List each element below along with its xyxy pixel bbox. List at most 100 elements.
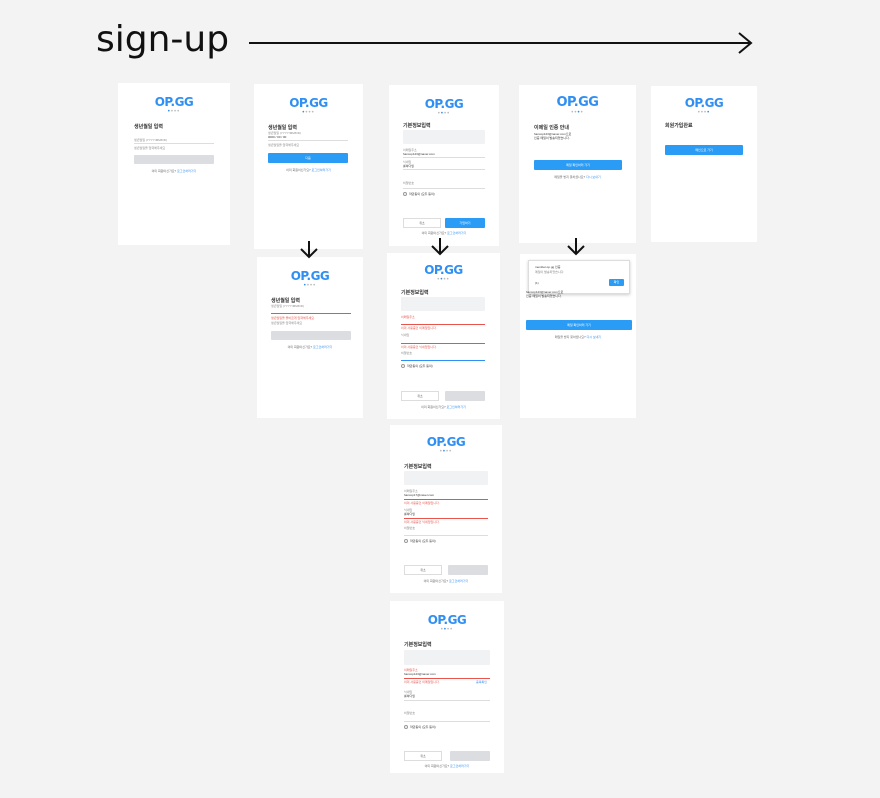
email-input-error[interactable]: [404, 499, 488, 500]
info-notice: [404, 650, 490, 665]
signup-button-disabled[interactable]: [448, 565, 488, 575]
logo: OP.GG: [424, 97, 464, 111]
footer-question: 이미 회원이신가요?: [423, 579, 449, 583]
birth-heading: 생년월일 입력: [268, 125, 297, 131]
birth-input-error[interactable]: [271, 313, 351, 314]
progress-dots: ••••: [303, 283, 317, 289]
screen-birth-error: OP.GG •••• 생년월일 입력 생년월일 (YYYY/MM/DD) 생년월…: [257, 257, 363, 418]
email-check-link[interactable]: 중복확인: [476, 680, 487, 684]
birth-input[interactable]: [268, 140, 348, 141]
progress-dots: ••••: [437, 111, 451, 117]
progress-dots: ••••: [167, 109, 181, 115]
birth-placeholder: 생년월일 (YYYY/MM/DD): [134, 138, 167, 142]
birth-value: 0000 / 00 / 00: [268, 135, 287, 139]
signup-button-disabled[interactable]: [445, 391, 485, 401]
screen-birth-filled: OP.GG •••• 생년월일 입력 생년월일 (YYYY/MM/DD) 000…: [254, 84, 363, 249]
screen-info-email-duplicate: OP.GG •••• 기본정보입력 이메일주소 hancop123@naver.…: [390, 601, 504, 773]
next-button-disabled[interactable]: [271, 331, 351, 340]
footer-login[interactable]: 로그인하러가기: [450, 764, 469, 768]
footer-login[interactable]: 로그인하러가기: [312, 168, 331, 172]
login-link[interactable]: 이미 회원이신가요? 로그인하러가기: [387, 405, 500, 409]
cancel-button[interactable]: 취소: [403, 218, 441, 228]
go-main-button[interactable]: 메인으로 가기: [665, 145, 743, 155]
login-link[interactable]: 이미 회원이신가요? 로그인하러가기: [254, 168, 363, 172]
email-input-error[interactable]: [404, 678, 490, 679]
signup-button[interactable]: 가입하기: [445, 218, 485, 228]
pw-label: 비밀번호: [404, 711, 416, 715]
screen-info-filled: OP.GG •••• 기본정보입력 이메일주소 hancop123@naver.…: [389, 85, 499, 246]
footer-login[interactable]: 로그인하러가기: [177, 169, 196, 173]
login-link[interactable]: 이미 회원이신가요? 로그인하러가기: [389, 231, 499, 235]
footer-login[interactable]: 로그인하러가기: [447, 231, 466, 235]
info-heading: 기본정보입력: [403, 123, 431, 129]
cancel-button[interactable]: 취소: [404, 751, 442, 761]
logo: OP.GG: [684, 96, 724, 110]
nick-value: 롤하다잉: [404, 512, 416, 516]
footer-question: 이미 회원이신가요?: [286, 168, 311, 172]
resend-link[interactable]: 메일을 받지 못하셨나요? 다시 보내기: [519, 175, 636, 179]
login-link[interactable]: 이미 회원이신가요? 로그인하러가기: [390, 764, 504, 768]
birth-heading: 생년월일 입력: [271, 298, 300, 304]
email-value: hancop17@naver.com: [404, 493, 435, 497]
signup-button-disabled[interactable]: [450, 751, 490, 761]
popup-confirm-button[interactable]: 확인: [609, 279, 624, 286]
info-heading: 기본정보입력: [404, 464, 432, 470]
popup-from: member.op.gg 인증: [535, 265, 561, 269]
agree-checkbox[interactable]: [401, 364, 405, 368]
agree-checkbox[interactable]: [403, 192, 407, 196]
logo: OP.GG: [154, 95, 194, 109]
cancel-button[interactable]: 취소: [401, 391, 439, 401]
agree-checkbox[interactable]: [404, 725, 408, 729]
footer-login[interactable]: 로그인하러가기: [313, 345, 332, 349]
progress-dots: ••••: [440, 627, 454, 633]
go-mail-button[interactable]: 메일 확인하러 가기: [534, 160, 622, 170]
login-link[interactable]: 이미 회원이신가요? 로그인하러가기: [118, 169, 230, 173]
resend-question: 메일을 받지 못하셨나요?: [554, 335, 586, 339]
birth-error: 생년월일을 올바르게 입력해주세요.: [271, 316, 315, 320]
email-label: 이메일주소: [401, 315, 415, 319]
resend-button[interactable]: 다시 보내기: [587, 335, 602, 339]
birth-label: 생년월일 (YYYY/MM/DD): [271, 304, 304, 308]
info-notice: [401, 297, 485, 311]
pw-input[interactable]: [404, 535, 488, 536]
pw-input[interactable]: [404, 721, 490, 722]
next-button[interactable]: 다음: [268, 153, 348, 163]
screen-signup-complete: OP.GG •••• 회원가입완료 메인으로 가기: [651, 86, 757, 242]
agree-checkbox[interactable]: [404, 539, 408, 543]
resend-button[interactable]: 다시 보내기: [586, 175, 601, 179]
footer-question: 이미 회원이신가요?: [421, 231, 447, 235]
login-link[interactable]: 이미 회원이신가요? 로그인하러가기: [257, 345, 363, 349]
verify-sent: 인증 메일이 발송되었습니다.: [534, 136, 570, 140]
nick-input-error[interactable]: [404, 518, 488, 519]
arrow-down-icon: [300, 241, 318, 259]
email-input[interactable]: [403, 157, 485, 158]
verify-sent: 인증 메일이 발송되었습니다.: [526, 294, 562, 298]
pw-input-focus[interactable]: [401, 360, 485, 361]
screen-info-error: OP.GG •••• 기본정보입력 이메일주소 이미 사용중인 이메일입니다. …: [387, 253, 500, 419]
footer-login[interactable]: 로그인하러가기: [449, 579, 468, 583]
nick-input[interactable]: [403, 169, 485, 170]
birth-hint: 생년월일을 입력해주세요: [134, 146, 166, 150]
footer-login[interactable]: 로그인하러가기: [447, 405, 466, 409]
email-value: hancop123@naver.com: [403, 152, 435, 156]
cancel-button[interactable]: 취소: [404, 565, 442, 575]
login-link[interactable]: 이미 회원이신가요? 로그인하러가기: [390, 579, 502, 583]
nick-input-error[interactable]: [401, 343, 485, 344]
pw-label: 비밀번호: [403, 181, 415, 185]
next-button-disabled[interactable]: [134, 155, 214, 164]
go-mail-button[interactable]: 메일 확인하러 가기: [526, 320, 632, 330]
logo: OP.GG: [556, 95, 599, 110]
email-input-error[interactable]: [401, 324, 485, 325]
resend-link[interactable]: 메일을 받지 못하셨나요? 다시 보내기: [520, 335, 636, 339]
pw-input[interactable]: [403, 188, 485, 189]
popup-message: 메일이 발송되었습니다.: [535, 270, 565, 274]
progress-dots: ••••: [437, 277, 450, 283]
nick-value: 롤하다잉: [403, 164, 415, 168]
birth-input[interactable]: [134, 143, 214, 144]
logo: OP.GG: [427, 613, 467, 627]
nick-error: 이미 사용중인 닉네임입니다.: [404, 520, 440, 524]
pw-label: 비밀번호: [404, 526, 416, 530]
done-message: [665, 130, 725, 138]
nick-input[interactable]: [404, 700, 490, 701]
email-error: 이미 사용중인 이메일입니다.: [404, 501, 440, 505]
